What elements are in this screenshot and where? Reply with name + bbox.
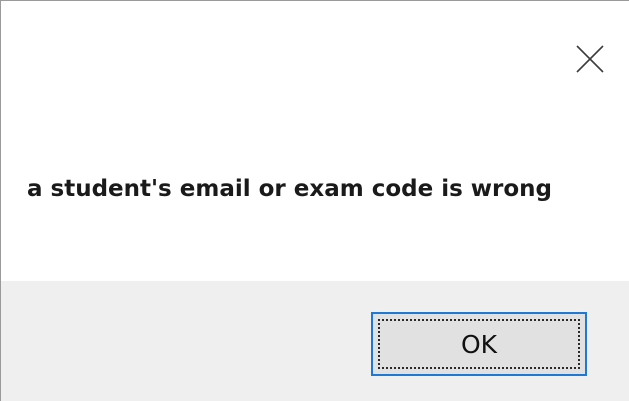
message-dialog: a student's email or exam code is wrong … xyxy=(0,0,629,401)
close-icon xyxy=(576,45,604,73)
title-bar xyxy=(1,1,629,113)
message-text: a student's email or exam code is wrong xyxy=(27,176,553,202)
close-button[interactable] xyxy=(561,31,617,87)
message-area: a student's email or exam code is wrong xyxy=(1,113,629,281)
ok-button-label: OK xyxy=(460,329,498,359)
ok-button[interactable]: OK xyxy=(371,312,587,376)
button-bar: OK xyxy=(1,281,629,401)
